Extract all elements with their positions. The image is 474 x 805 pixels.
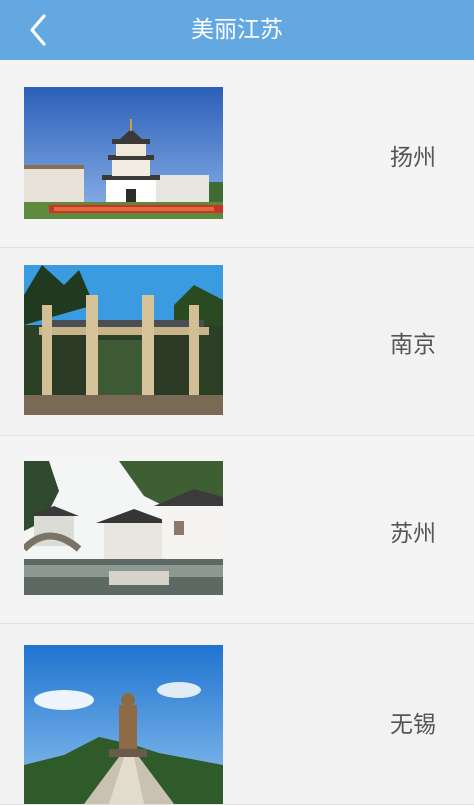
list-item-wuxi[interactable]: 无锡: [0, 624, 474, 805]
nanjing-memorial-archway-photo: [24, 265, 223, 415]
list-item-nanjing[interactable]: 南京: [0, 248, 474, 436]
wuxi-lingshan-buddha-photo: [24, 645, 223, 804]
city-name: 无锡: [390, 712, 436, 738]
city-name: 南京: [390, 332, 436, 358]
suzhou-canal-town-photo: [24, 461, 223, 595]
city-name: 苏州: [390, 521, 436, 547]
back-button[interactable]: [22, 10, 62, 50]
city-name: 扬州: [390, 145, 436, 171]
list-item-suzhou[interactable]: 苏州: [0, 436, 474, 624]
city-list: 扬州 南京 苏州 无锡: [0, 60, 474, 805]
yangzhou-pagoda-photo: [24, 87, 223, 219]
page-title: 美丽江苏: [191, 17, 283, 43]
chevron-left-icon: [30, 14, 46, 46]
title-bar: 美丽江苏: [0, 0, 474, 60]
list-item-yangzhou[interactable]: 扬州: [0, 60, 474, 248]
